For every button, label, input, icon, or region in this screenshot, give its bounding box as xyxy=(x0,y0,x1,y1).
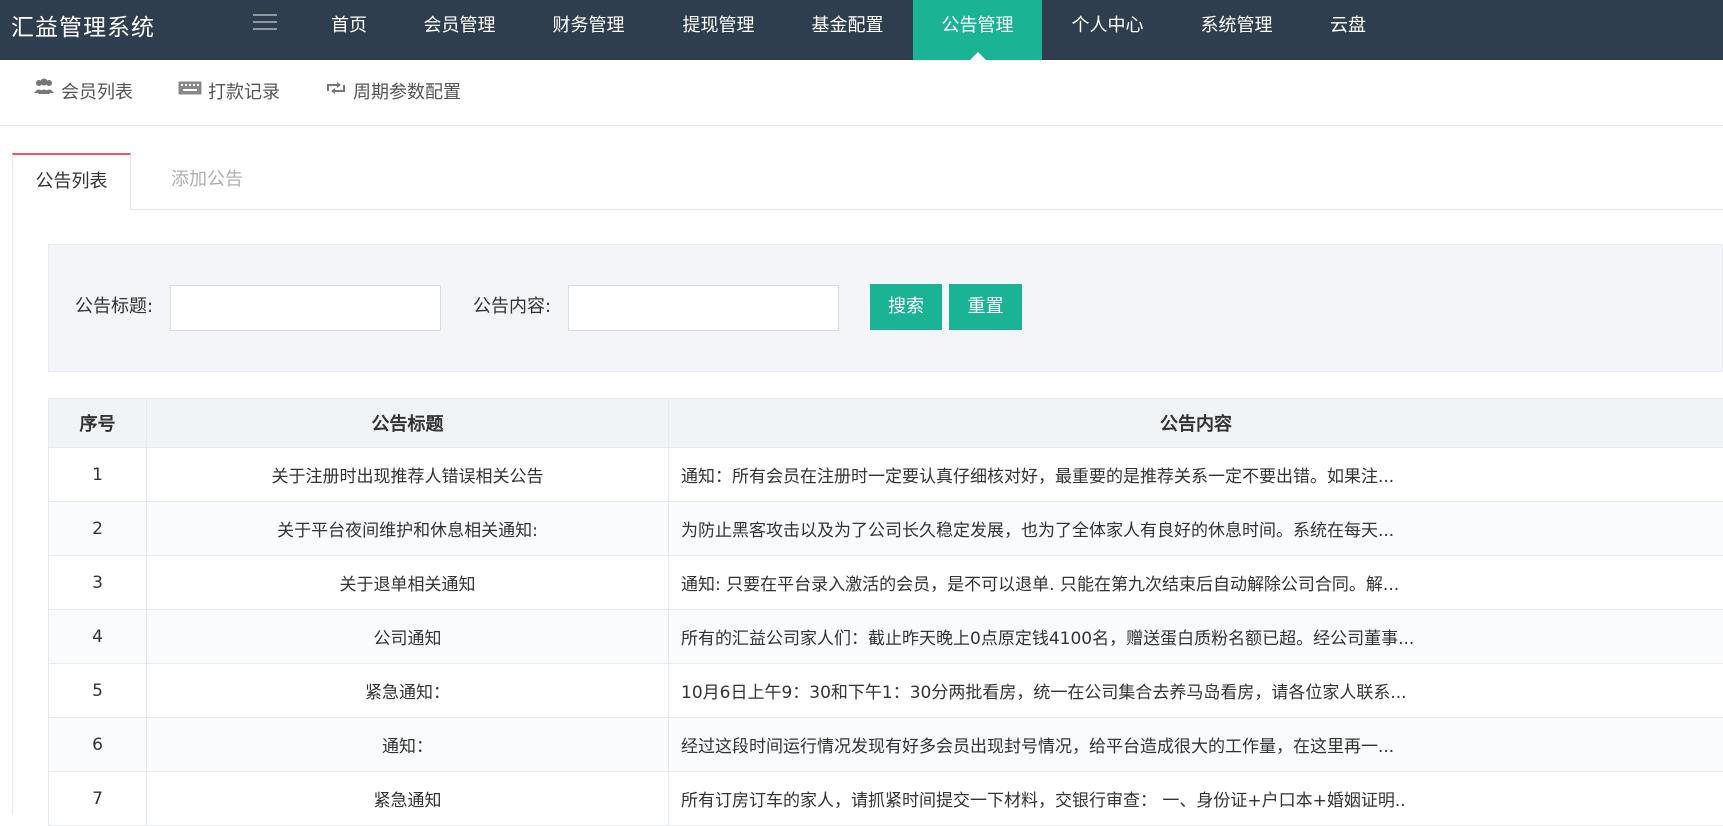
tab-add-announcement[interactable]: 添加公告 xyxy=(142,153,272,210)
subnav-label-payment-records: 打款记录 xyxy=(208,82,280,103)
table-row[interactable]: 1 关于注册时出现推荐人错误相关公告 通知：所有会员在注册时一定要认真仔细核对好… xyxy=(49,448,1723,502)
retweet-icon xyxy=(325,58,347,124)
nav-item-profile[interactable]: 个人中心 xyxy=(1059,0,1156,60)
table-row[interactable]: 6 通知： 经过这段时间运行情况发现有好多会员出现封号情况，给平台造成很大的工作… xyxy=(49,718,1723,772)
nav-item-home[interactable]: 首页 xyxy=(312,0,386,60)
subnav-item-cycle-params[interactable]: 周期参数配置 xyxy=(325,60,461,126)
cell-title: 关于退单相关通知 xyxy=(147,556,669,610)
cell-index: 3 xyxy=(49,556,147,610)
top-navbar: 汇益管理系统 首页 会员管理 财务管理 提现管理 基金配置 公告管理 个人中心 … xyxy=(0,0,1723,60)
table-row[interactable]: 3 关于退单相关通知 通知: 只要在平台录入激活的会员，是不可以退单. 只能在第… xyxy=(49,556,1723,610)
table-row[interactable]: 5 紧急通知： 10月6日上午9：30和下午1：30分两批看房，统一在公司集合去… xyxy=(49,664,1723,718)
title-search-label: 公告标题: xyxy=(75,245,153,373)
cell-title: 公司通知 xyxy=(147,610,669,664)
header-index: 序号 xyxy=(49,399,147,448)
search-panel: 公告标题: 公告内容: 搜索 重置 xyxy=(48,244,1723,372)
cell-index: 5 xyxy=(49,664,147,718)
nav-item-cloud-disk[interactable]: 云盘 xyxy=(1311,0,1385,60)
cell-index: 6 xyxy=(49,718,147,772)
cell-index: 7 xyxy=(49,772,147,826)
nav-item-announcements[interactable]: 公告管理 xyxy=(913,0,1042,60)
cell-title: 通知： xyxy=(147,718,669,772)
cell-content: 经过这段时间运行情况发现有好多会员出现封号情况，给平台造成很大的工作量，在这里再… xyxy=(669,718,1723,772)
cell-content: 所有的汇益公司家人们：截止昨天晚上0点原定钱4100名，赠送蛋白质粉名额已超。经… xyxy=(669,610,1723,664)
header-title: 公告标题 xyxy=(147,399,669,448)
hamburger-menu-icon[interactable] xyxy=(253,14,277,34)
content-tabs: 公告列表 添加公告 xyxy=(12,153,1723,210)
cell-title: 关于平台夜间维护和休息相关通知: xyxy=(147,502,669,556)
keyboard-icon xyxy=(178,58,202,124)
table-header-row: 序号 公告标题 公告内容 xyxy=(49,399,1723,448)
cell-index: 4 xyxy=(49,610,147,664)
app-title: 汇益管理系统 xyxy=(11,0,155,60)
cell-title: 紧急通知 xyxy=(147,772,669,826)
cell-content: 所有订房订车的家人，请抓紧时间提交一下材料，交银行审查： 一、身份证+户口本+婚… xyxy=(669,772,1723,826)
nav-item-withdrawal[interactable]: 提现管理 xyxy=(670,0,767,60)
cell-content: 通知：所有会员在注册时一定要认真仔细核对好，最重要的是推荐关系一定不要出错。如果… xyxy=(669,448,1723,502)
reset-button[interactable]: 重置 xyxy=(949,284,1022,330)
content-frame-border xyxy=(12,210,13,815)
subnav-item-payment-records[interactable]: 打款记录 xyxy=(178,60,280,126)
content-search-input[interactable] xyxy=(568,285,839,331)
table-row[interactable]: 7 紧急通知 所有订房订车的家人，请抓紧时间提交一下材料，交银行审查： 一、身份… xyxy=(49,772,1723,826)
cell-title: 关于注册时出现推荐人错误相关公告 xyxy=(147,448,669,502)
announcement-table: 序号 公告标题 公告内容 1 关于注册时出现推荐人错误相关公告 通知：所有会员在… xyxy=(48,398,1723,826)
subnav-label-cycle-params: 周期参数配置 xyxy=(353,82,461,103)
users-icon xyxy=(33,58,55,124)
announcement-table-wrapper: 序号 公告标题 公告内容 1 关于注册时出现推荐人错误相关公告 通知：所有会员在… xyxy=(48,398,1723,826)
subnav-label-member-list: 会员列表 xyxy=(61,82,133,103)
table-row[interactable]: 2 关于平台夜间维护和休息相关通知: 为防止黑客攻击以及为了公司长久稳定发展，也… xyxy=(49,502,1723,556)
cell-content: 10月6日上午9：30和下午1：30分两批看房，统一在公司集合去养马岛看房，请各… xyxy=(669,664,1723,718)
cell-content: 通知: 只要在平台录入激活的会员，是不可以退单. 只能在第九次结束后自动解除公司… xyxy=(669,556,1723,610)
cell-index: 2 xyxy=(49,502,147,556)
cell-index: 1 xyxy=(49,448,147,502)
search-button[interactable]: 搜索 xyxy=(870,284,942,330)
cell-title: 紧急通知： xyxy=(147,664,669,718)
header-content: 公告内容 xyxy=(669,399,1723,448)
cell-content: 为防止黑客攻击以及为了公司长久稳定发展，也为了全体家人有良好的休息时间。系统在每… xyxy=(669,502,1723,556)
nav-item-system[interactable]: 系统管理 xyxy=(1188,0,1285,60)
sub-nav: 会员列表 打款记录 周期参数配置 xyxy=(0,60,1723,126)
subnav-item-member-list[interactable]: 会员列表 xyxy=(33,60,133,126)
content-search-label: 公告内容: xyxy=(473,245,551,373)
nav-item-fund-config[interactable]: 基金配置 xyxy=(799,0,896,60)
table-row[interactable]: 4 公司通知 所有的汇益公司家人们：截止昨天晚上0点原定钱4100名，赠送蛋白质… xyxy=(49,610,1723,664)
nav-item-finance[interactable]: 财务管理 xyxy=(540,0,637,60)
nav-item-members[interactable]: 会员管理 xyxy=(411,0,508,60)
tab-announcement-list[interactable]: 公告列表 xyxy=(12,153,131,211)
title-search-input[interactable] xyxy=(170,285,441,331)
